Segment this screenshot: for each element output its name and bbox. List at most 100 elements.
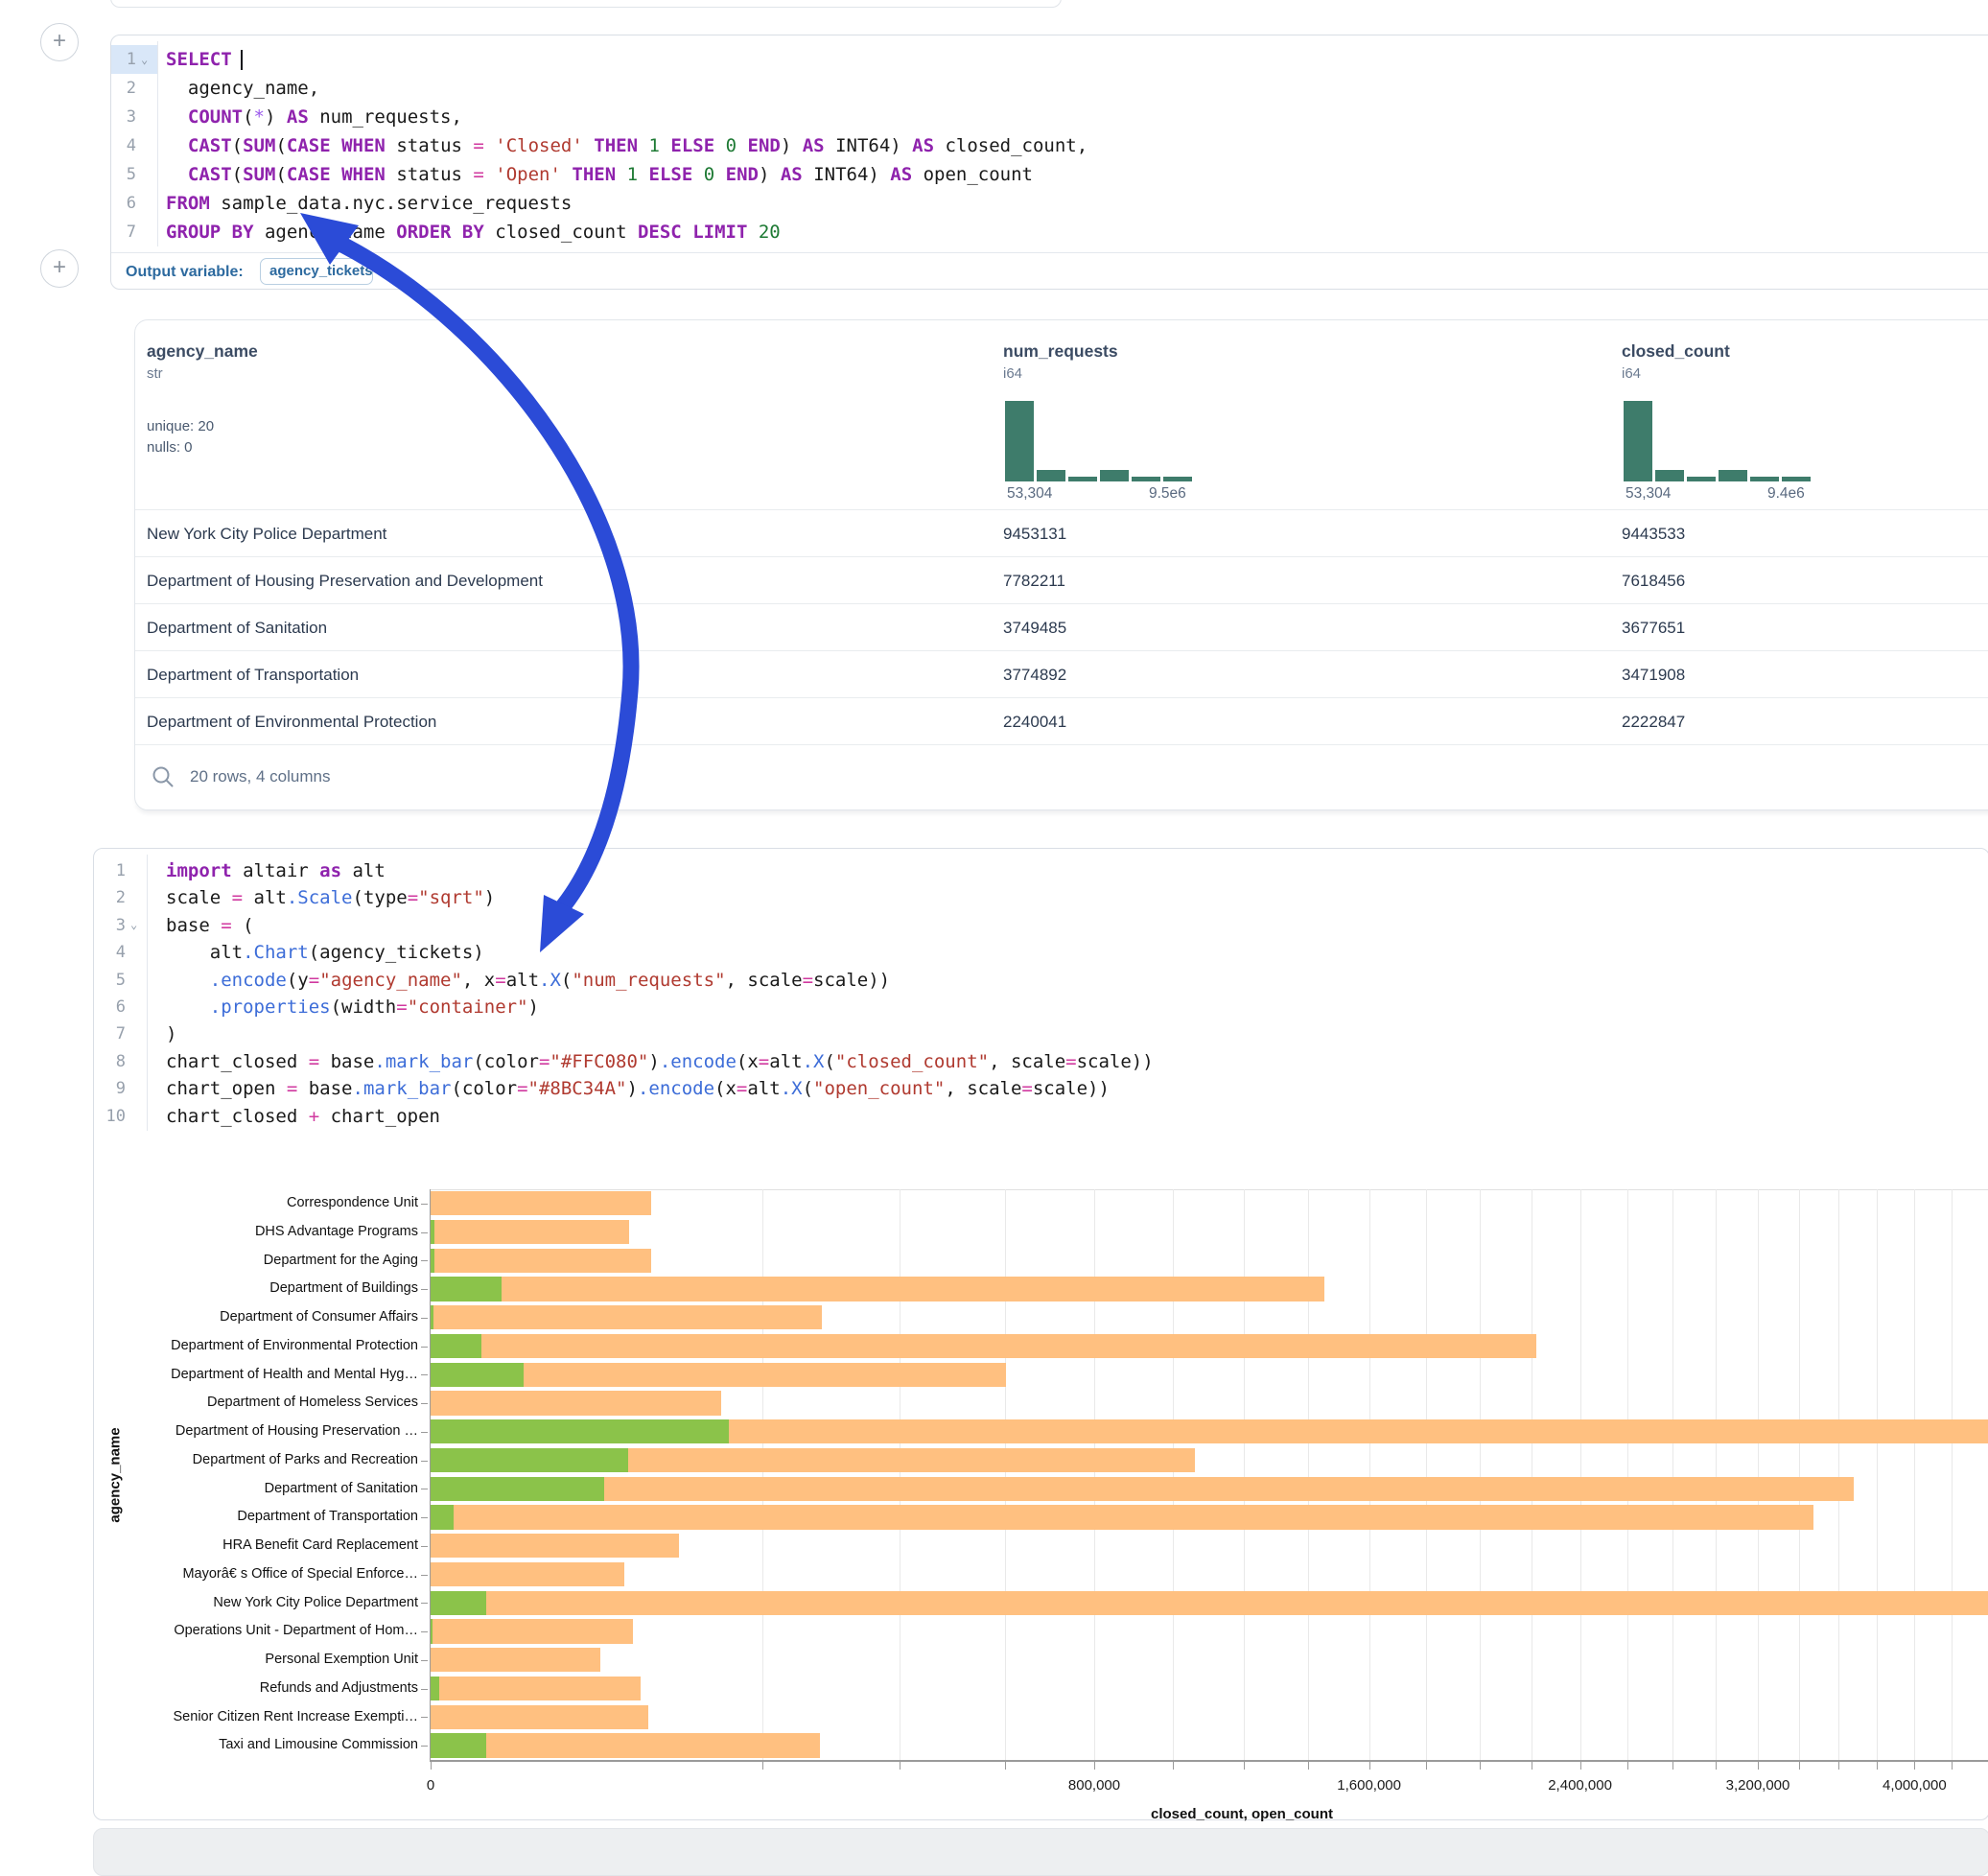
bar-open-count[interactable] (431, 1220, 434, 1244)
table-cell: Department of Environmental Protection (147, 698, 436, 745)
x-axis-title: closed_count, open_count (1151, 1806, 1333, 1822)
x-axis-tick (1627, 1762, 1628, 1770)
y-axis-tick (421, 1689, 428, 1690)
bar-closed-count[interactable] (431, 1648, 600, 1672)
code-line: .properties(width="container") (166, 993, 539, 1021)
table-row[interactable]: Department of Sanitation37494853677651 (135, 603, 1988, 651)
bar-open-count[interactable] (431, 1591, 486, 1615)
bar-open-count[interactable] (431, 1334, 481, 1358)
y-axis-tick (421, 1318, 428, 1319)
y-axis-tick (421, 1347, 428, 1348)
line-number: 5 (111, 160, 136, 189)
table-cell: 9453131 (1003, 510, 1066, 557)
search-icon[interactable] (151, 764, 175, 789)
python-code-editor[interactable]: 1import altair as alt2scale = alt.Scale(… (94, 849, 1988, 1137)
add-cell-button-output[interactable]: + (40, 249, 79, 288)
y-axis-tick (421, 1204, 428, 1205)
line-number: 7 (94, 1020, 126, 1046)
table-row[interactable]: Department of Housing Preservation and D… (135, 556, 1988, 604)
table-cell: 3471908 (1622, 651, 1685, 698)
fold-chevron-icon[interactable]: ⌄ (141, 45, 148, 74)
output-variable-pill[interactable]: agency_tickets (260, 258, 373, 285)
x-axis-tick (1716, 1762, 1717, 1770)
bar-closed-count[interactable] (431, 1220, 629, 1244)
y-axis-tick (421, 1546, 428, 1547)
closed-count-histogram (1624, 401, 1815, 481)
x-axis-tick (1173, 1762, 1174, 1770)
bar-open-count[interactable] (431, 1419, 729, 1443)
y-axis-category-label: Department of Housing Preservation … (0, 1418, 418, 1446)
histogram-bar (1132, 477, 1160, 481)
code-line: chart_closed + chart_open (166, 1102, 440, 1131)
table-cell: Department of Housing Preservation and D… (147, 557, 543, 604)
table-cell: Department of Sanitation (147, 604, 327, 651)
y-axis-title: agency_name (107, 1427, 124, 1522)
bar-open-count[interactable] (431, 1477, 604, 1501)
line-number: 10 (94, 1102, 126, 1129)
bar-closed-count[interactable] (431, 1591, 1988, 1615)
y-axis-category-label: DHS Advantage Programs (0, 1218, 418, 1247)
fold-chevron-icon[interactable]: ⌄ (130, 911, 137, 938)
bar-closed-count[interactable] (431, 1191, 651, 1215)
bar-open-count[interactable] (431, 1305, 433, 1329)
y-axis-category-label: Department of Buildings (0, 1275, 418, 1303)
bar-open-count[interactable] (431, 1448, 628, 1472)
bar-open-count[interactable] (431, 1363, 524, 1387)
bar-open-count[interactable] (431, 1249, 434, 1273)
bar-closed-count[interactable] (431, 1334, 1536, 1358)
y-axis-category-label: Operations Unit - Department of Hom… (0, 1617, 418, 1646)
previous-cell-edge (110, 0, 1062, 8)
table-row[interactable]: Department of Environmental Protection 22… (135, 697, 1988, 745)
y-axis-category-label: Department for the Aging (0, 1247, 418, 1276)
line-number: 6 (111, 189, 136, 218)
code-line: ) (166, 1020, 176, 1048)
table-row[interactable]: Department of Transportation377489234719… (135, 650, 1988, 698)
bar-open-count[interactable] (431, 1505, 454, 1529)
column-header-num-requests[interactable]: num_requests i64 53,304 9.5e6 (1003, 341, 1118, 382)
histogram-bar (1750, 477, 1779, 481)
x-axis-tick (1426, 1762, 1427, 1770)
line-number: 7 (111, 218, 136, 246)
bar-closed-count[interactable] (431, 1277, 1324, 1301)
table-cell: New York City Police Department (147, 510, 386, 557)
table-cell: 9443533 (1622, 510, 1685, 557)
bar-closed-count[interactable] (431, 1391, 721, 1415)
column-header-closed-count[interactable]: closed_count i64 53,304 9.4e6 (1622, 341, 1730, 382)
x-axis-tick (1838, 1762, 1839, 1770)
bar-open-count[interactable] (431, 1677, 439, 1700)
text-cursor (241, 50, 243, 70)
bar-closed-count[interactable] (431, 1562, 624, 1586)
altair-bar-chart[interactable]: 0800,0001,600,0002,400,0003,200,0004,000… (0, 1165, 1988, 1837)
bar-closed-count[interactable] (431, 1249, 651, 1273)
y-axis-category-label: Senior Citizen Rent Increase Exempti… (0, 1703, 418, 1732)
x-axis-tick (1672, 1762, 1673, 1770)
y-axis-category-label: Department of Transportation (0, 1503, 418, 1532)
bar-open-count[interactable] (431, 1277, 502, 1301)
line-number: 3 (94, 911, 126, 938)
bar-closed-count[interactable] (431, 1305, 822, 1329)
bar-closed-count[interactable] (431, 1677, 641, 1700)
sql-code-editor[interactable]: 1⌄SELECT2 agency_name,3 COUNT(*) AS num_… (111, 35, 1988, 252)
y-axis-category-label: Department of Consumer Affairs (0, 1303, 418, 1332)
line-number: 8 (94, 1047, 126, 1074)
bar-closed-count[interactable] (431, 1733, 820, 1757)
bar-closed-count[interactable] (431, 1534, 679, 1558)
line-number: 1 (94, 856, 126, 883)
column-header-agency-name[interactable]: agency_name str unique: 20 nulls: 0 (147, 341, 258, 458)
y-axis-category-label: HRA Benefit Card Replacement (0, 1532, 418, 1560)
y-axis-category-label: Personal Exemption Unit (0, 1646, 418, 1675)
table-row[interactable]: New York City Police Department 9453131 94… (135, 509, 1988, 557)
bar-open-count[interactable] (431, 1619, 433, 1643)
plot-area (431, 1189, 1988, 1760)
bar-closed-count[interactable] (431, 1505, 1813, 1529)
x-axis-tick-label: 4,000,000 (1883, 1777, 1947, 1794)
table-footer: 20 rows, 4 columns (135, 744, 1988, 812)
table-cell: 2222847 (1622, 698, 1685, 745)
bar-closed-count[interactable] (431, 1477, 1854, 1501)
histogram-bar (1005, 401, 1034, 481)
add-cell-button-top[interactable]: + (40, 23, 79, 61)
y-axis-category-label: Correspondence Unit (0, 1189, 418, 1218)
bar-closed-count[interactable] (431, 1705, 648, 1729)
bar-open-count[interactable] (431, 1733, 486, 1757)
bar-closed-count[interactable] (431, 1619, 633, 1643)
